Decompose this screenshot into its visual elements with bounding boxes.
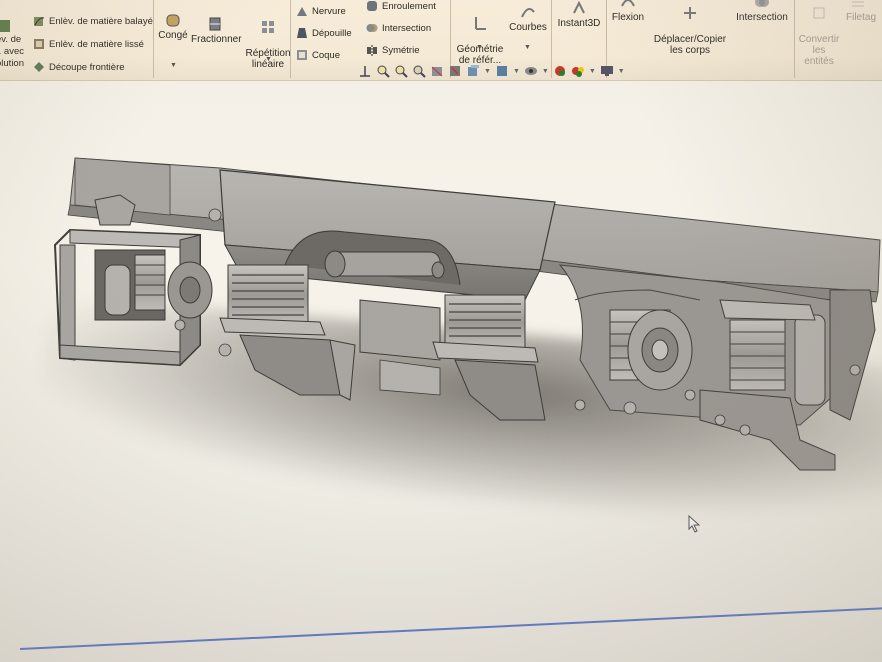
convert-entities-icon: [813, 7, 825, 19]
center-shaft: [324, 250, 445, 279]
draft-button[interactable]: Dépouille: [296, 27, 352, 39]
right-axlebox[interactable]: [609, 289, 876, 471]
curves-label: Courbes: [509, 22, 547, 33]
heads-up-view-toolbar: ▼ ▼ ▼ ▼ ▼: [358, 62, 625, 80]
wrap-icon: [367, 1, 377, 11]
boundary-cut-icon: [34, 62, 44, 72]
edit-appearance-icon[interactable]: [553, 64, 567, 78]
split-label: Fractionner: [191, 34, 242, 45]
intersect-icon: [366, 24, 378, 32]
reference-geometry-dropdown-icon[interactable]: ▼: [476, 44, 483, 51]
hide-show-dropdown-icon[interactable]: ▼: [542, 68, 549, 75]
revolved-cut-label-3: olution: [0, 58, 24, 69]
reference-geometry-button[interactable]: Géométrie de référ...: [452, 4, 508, 66]
sweep-cut-icon: [34, 17, 45, 26]
instant3d-button[interactable]: Instant3D: [554, 0, 604, 29]
thread-button[interactable]: Filetag: [846, 0, 882, 23]
mirror-button[interactable]: Symétrie: [366, 44, 419, 56]
view-settings-icon[interactable]: [600, 64, 614, 78]
display-style-dropdown-icon[interactable]: ▼: [513, 68, 520, 75]
fillet-label: Congé: [158, 30, 188, 41]
boundary-cut-label: Découpe frontière: [49, 61, 125, 73]
fillet-icon: [166, 14, 180, 27]
curves-button[interactable]: Courbes: [508, 4, 548, 33]
view-orientation-icon[interactable]: [466, 64, 480, 78]
shell-button[interactable]: Coque: [296, 49, 340, 61]
convert-entities-button[interactable]: Convertir les entités: [795, 0, 843, 67]
mirror-icon: [367, 45, 377, 56]
intersection-tool-button[interactable]: Intersection: [733, 0, 791, 23]
fillet-button[interactable]: Congé: [157, 12, 189, 41]
intersect-label: Intersection: [382, 22, 432, 34]
zoom-area-icon[interactable]: [394, 64, 408, 78]
zoom-fit-icon[interactable]: [376, 64, 390, 78]
revolved-cut-icon: [0, 20, 10, 32]
apply-scene-icon[interactable]: [571, 64, 585, 78]
rib-icon: [297, 7, 307, 16]
instant3d-icon: [573, 0, 585, 14]
linear-pattern-icon: [262, 21, 274, 33]
fillet-dropdown-icon[interactable]: ▼: [170, 62, 177, 69]
reference-geometry-icon: [475, 17, 486, 30]
curves-dropdown-icon[interactable]: ▼: [524, 44, 531, 51]
mouse-cursor-icon: [688, 515, 701, 533]
hide-show-icon[interactable]: [524, 64, 538, 78]
cad-viewport[interactable]: év. de t. avec olution Enlèv. de matière…: [0, 0, 882, 662]
previous-view-icon[interactable]: [412, 64, 426, 78]
curves-icon: [521, 7, 535, 18]
split-icon: [209, 17, 221, 31]
sweep-cut-button[interactable]: Enlèv. de matière balayé: [33, 15, 153, 27]
convert-entities-label: Convertir les entités: [798, 34, 840, 67]
split-button[interactable]: Fractionner: [191, 16, 242, 45]
dynamic-annotation-icon[interactable]: [448, 64, 462, 78]
apply-scene-dropdown-icon[interactable]: ▼: [589, 68, 596, 75]
move-copy-label: Déplacer/Copier les corps: [653, 34, 727, 56]
boundary-cut-button[interactable]: Découpe frontière: [33, 61, 125, 73]
shell-icon: [297, 50, 307, 60]
view-settings-dropdown-icon[interactable]: ▼: [618, 68, 625, 75]
ribbon-separator: [153, 0, 154, 78]
flex-label: Flexion: [611, 12, 645, 23]
flex-icon: [621, 0, 635, 7]
flex-button[interactable]: Flexion: [609, 0, 647, 23]
draft-label: Dépouille: [312, 27, 352, 39]
bogie-3d-model[interactable]: [0, 0, 882, 662]
lofted-cut-button[interactable]: Enlèv. de matière lissé: [33, 38, 144, 50]
sweep-cut-label: Enlèv. de matière balayé: [49, 15, 153, 27]
thread-label: Filetag: [846, 12, 877, 23]
move-copy-bodies-button[interactable]: Déplacer/Copier les corps: [648, 0, 732, 56]
rib-button[interactable]: Nervure: [296, 5, 346, 17]
instant3d-label: Instant3D: [557, 18, 601, 29]
revolved-cut-label-2: t. avec: [0, 46, 24, 57]
lofted-cut-label: Enlèv. de matière lissé: [49, 38, 144, 50]
move-copy-icon: [684, 7, 696, 19]
rib-label: Nervure: [312, 5, 346, 17]
draft-icon: [297, 28, 307, 38]
intersect-button[interactable]: Intersection: [366, 22, 431, 34]
thread-icon: [852, 1, 864, 7]
lofted-cut-icon: [34, 39, 44, 49]
wrap-label: Enroulement: [382, 0, 436, 12]
view-orientation-dropdown-icon[interactable]: ▼: [484, 68, 491, 75]
mirror-label: Symétrie: [382, 44, 420, 56]
ribbon-separator: [290, 0, 291, 78]
section-view-icon[interactable]: [430, 64, 444, 78]
bolster-spring-right: [432, 294, 539, 363]
pattern-dropdown-icon[interactable]: ▼: [265, 56, 272, 63]
revolved-cut-label-1: év. de: [0, 34, 22, 45]
shell-label: Coque: [312, 49, 340, 61]
command-manager-ribbon: év. de t. avec olution Enlèv. de matière…: [0, 0, 882, 81]
intersection-tool-label: Intersection: [736, 12, 788, 23]
orient-icon[interactable]: [358, 64, 372, 78]
revolved-cut-button[interactable]: év. de t. avec olution: [0, 20, 30, 70]
wrap-button[interactable]: Enroulement: [366, 0, 436, 12]
intersection-tool-icon: [755, 0, 769, 7]
display-style-icon[interactable]: [495, 64, 509, 78]
